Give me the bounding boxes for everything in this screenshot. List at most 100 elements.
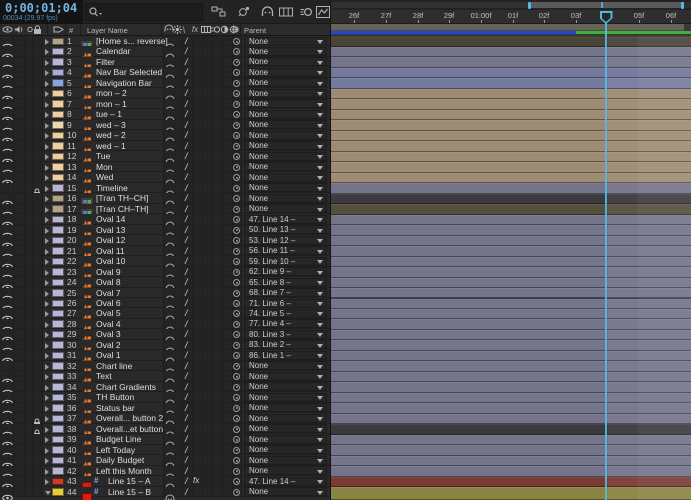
eye-toggle[interactable]	[2, 489, 13, 500]
layer-name[interactable]: Oval 2	[96, 340, 121, 351]
layer-row-14[interactable]: 14Wed/None	[0, 172, 330, 182]
twirl-arrow[interactable]	[45, 437, 49, 443]
layer-name[interactable]: TH Button	[96, 392, 134, 403]
parent-pick-whip-icon[interactable]	[233, 206, 240, 213]
layer-bar-44[interactable]	[331, 487, 691, 500]
current-time-panel[interactable]: 0;00;01;04 00034 (29.97 fps)	[0, 0, 83, 24]
layer-name[interactable]: Text	[96, 371, 112, 382]
parent-pick-whip-icon[interactable]	[233, 489, 240, 496]
parent-dropdown[interactable]: None	[244, 173, 327, 182]
layer-row-6[interactable]: 6mon – 2/None	[0, 88, 330, 98]
layer-bar-19[interactable]	[331, 225, 691, 235]
parent-pick-whip-icon[interactable]	[233, 279, 240, 286]
frame-blending-icon[interactable]	[277, 4, 295, 20]
quality-toggle[interactable]: /	[185, 319, 188, 329]
layer-bar-37[interactable]	[331, 414, 691, 424]
label-color-swatch[interactable]	[52, 153, 64, 161]
layer-name[interactable]: Chart Gradients	[96, 382, 156, 393]
parent-dropdown[interactable]: 62. Line 9 –	[244, 267, 327, 276]
twirl-arrow[interactable]	[45, 343, 49, 349]
twirl-arrow[interactable]	[45, 217, 49, 223]
label-color-swatch[interactable]	[52, 331, 64, 339]
layer-row-2[interactable]: 2Calendar/None	[0, 46, 330, 56]
parent-dropdown[interactable]: None	[244, 89, 327, 98]
layer-row-30[interactable]: 30Oval 2/83. Line 2 –	[0, 340, 330, 350]
quality-toggle[interactable]: /	[185, 361, 188, 371]
quality-toggle[interactable]: /	[185, 445, 188, 455]
quality-toggle[interactable]: /	[185, 350, 188, 360]
twirl-arrow[interactable]	[45, 133, 49, 139]
twirl-arrow[interactable]	[45, 374, 49, 380]
layer-row-15[interactable]: 15Timeline/None	[0, 183, 330, 193]
parent-dropdown[interactable]: 68. Line 7 –	[244, 288, 327, 297]
parent-pick-whip-icon[interactable]	[233, 447, 240, 454]
layer-bar-7[interactable]	[331, 99, 691, 109]
label-color-swatch[interactable]	[52, 478, 64, 486]
layer-bar-4[interactable]	[331, 68, 691, 78]
label-color-swatch[interactable]	[52, 289, 64, 297]
parent-dropdown[interactable]: 77. Line 4 –	[244, 319, 327, 328]
layer-name[interactable]: wed – 2	[96, 130, 126, 141]
parent-dropdown[interactable]: None	[244, 435, 327, 444]
twirl-arrow[interactable]	[45, 311, 49, 317]
label-color-swatch[interactable]	[52, 436, 64, 444]
quality-toggle[interactable]: /	[185, 151, 188, 161]
quality-toggle[interactable]: /	[185, 329, 188, 339]
layer-bar-32[interactable]	[331, 361, 691, 371]
label-color-swatch[interactable]	[52, 394, 64, 402]
layer-bar-2[interactable]	[331, 47, 691, 57]
twirl-arrow[interactable]	[45, 112, 49, 118]
label-color-swatch[interactable]	[52, 488, 64, 496]
label-color-swatch[interactable]	[52, 111, 64, 119]
twirl-arrow[interactable]	[45, 395, 49, 401]
label-color-swatch[interactable]	[52, 132, 64, 140]
parent-dropdown[interactable]: None	[244, 424, 327, 433]
layer-row-16[interactable]: 16[Tran TH–CH]/None	[0, 193, 330, 203]
layer-bar-20[interactable]	[331, 236, 691, 246]
layer-name[interactable]: Line 15 – A	[108, 476, 151, 487]
twirl-arrow[interactable]	[45, 228, 49, 234]
layer-row-31[interactable]: 31Oval 1/86. Line 1 –	[0, 350, 330, 360]
quality-toggle[interactable]: /	[185, 235, 188, 245]
parent-dropdown[interactable]: None	[244, 99, 327, 108]
quality-toggle[interactable]: /	[185, 392, 188, 402]
parent-pick-whip-icon[interactable]	[233, 164, 240, 171]
layer-bar-1[interactable]	[331, 37, 691, 47]
twirl-arrow[interactable]	[45, 144, 49, 150]
parent-pick-whip-icon[interactable]	[233, 38, 240, 45]
quality-toggle[interactable]: /	[185, 413, 188, 423]
layer-row-24[interactable]: 24Oval 8/65. Line 8 –	[0, 277, 330, 287]
layer-row-8[interactable]: 8tue – 1/None	[0, 109, 330, 119]
layer-bar-36[interactable]	[331, 403, 691, 413]
layer-bar-24[interactable]	[331, 278, 691, 288]
layer-name[interactable]: Timeline	[96, 183, 128, 194]
layer-row-23[interactable]: 23Oval 9/62. Line 9 –	[0, 267, 330, 277]
layer-name[interactable]: Oval 4	[96, 319, 121, 330]
layer-name[interactable]: Daily Budget	[96, 455, 144, 466]
layer-row-28[interactable]: 28Oval 4/77. Line 4 –	[0, 319, 330, 329]
label-color-swatch[interactable]	[52, 90, 64, 98]
layer-name[interactable]: tue – 1	[96, 109, 122, 120]
quality-toggle[interactable]: /	[185, 434, 188, 444]
layer-bar-35[interactable]	[331, 393, 691, 403]
quality-toggle[interactable]: /	[185, 130, 188, 140]
layer-name[interactable]: Chart line	[96, 361, 132, 372]
layer-bar-14[interactable]	[331, 173, 691, 183]
layer-row-39[interactable]: 39Budget Line/None	[0, 434, 330, 444]
label-color-swatch[interactable]	[52, 362, 64, 370]
quality-toggle[interactable]: /	[185, 246, 188, 256]
layer-row-25[interactable]: 25Oval 7/68. Line 7 –	[0, 288, 330, 298]
label-color-swatch[interactable]	[52, 404, 64, 412]
layer-name[interactable]: mon – 2	[96, 88, 127, 99]
quality-toggle[interactable]: /	[185, 183, 188, 193]
layer-name[interactable]: Overall...et button	[96, 424, 163, 435]
label-color-swatch[interactable]	[52, 58, 64, 66]
quality-toggle[interactable]: /	[185, 172, 188, 182]
parent-dropdown[interactable]: None	[244, 162, 327, 171]
quality-toggle[interactable]: /	[185, 99, 188, 109]
layer-name[interactable]: Filter	[96, 57, 115, 68]
parent-pick-whip-icon[interactable]	[233, 290, 240, 297]
quality-column-icon[interactable]: \	[183, 25, 186, 35]
layer-bar-15[interactable]	[331, 183, 691, 193]
layer-bar-17[interactable]	[331, 204, 691, 214]
